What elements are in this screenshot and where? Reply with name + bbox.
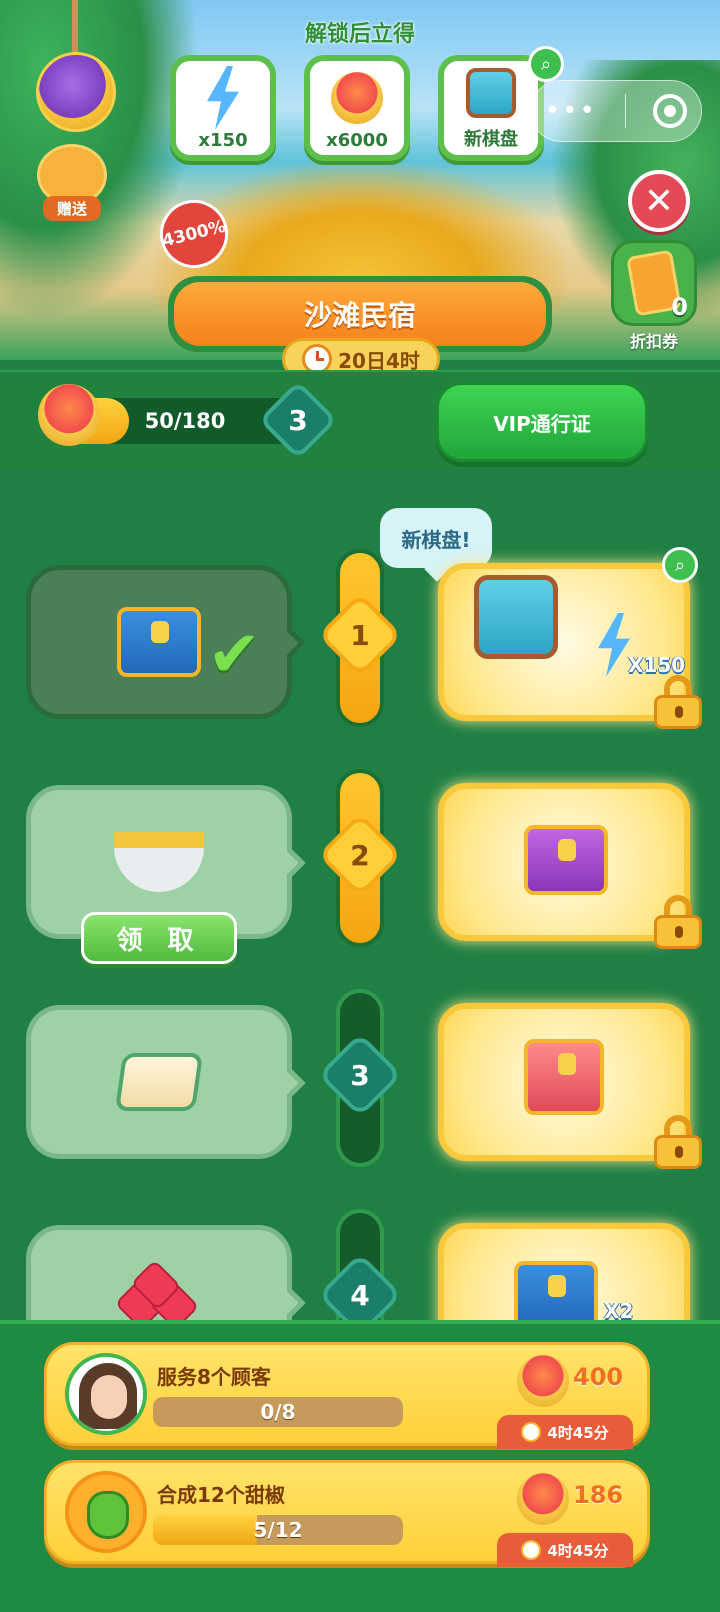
more-options-icon[interactable]: ••• xyxy=(545,96,597,126)
discount-coupon-button[interactable]: 0 折扣券 xyxy=(606,240,702,352)
current-level: 3 xyxy=(288,403,308,437)
new-board-icon xyxy=(474,575,558,659)
task-reward-amount: 400 xyxy=(573,1363,624,1391)
fried-rice-icon xyxy=(114,1053,204,1111)
task-timer-text: 4时45分 xyxy=(547,1423,609,1442)
claimed-check-icon: ✔ xyxy=(207,618,261,692)
progress-row: 50/180 3 VIP通行证 xyxy=(0,370,720,470)
event-title: 沙滩民宿 xyxy=(174,282,546,346)
rope-decoration xyxy=(72,0,78,56)
corn-soup-icon xyxy=(114,832,204,892)
task-timer: 4时45分 xyxy=(497,1415,633,1449)
purple-chest-icon xyxy=(524,825,608,895)
reward-card-new-board[interactable]: 新棋盘 xyxy=(438,55,544,161)
task-progress-bar: 5/12 xyxy=(153,1515,403,1545)
task-timer: 4时45分 xyxy=(497,1533,633,1567)
vip-reward-count: X150 xyxy=(628,653,686,677)
new-board-icon xyxy=(463,65,519,121)
task-reward-amount: 186 xyxy=(573,1481,624,1509)
lock-icon xyxy=(654,1115,702,1169)
zoom-icon[interactable]: ⌕ xyxy=(662,547,698,583)
task-progress-bar: 0/8 xyxy=(153,1397,403,1427)
level-node-number: 3 xyxy=(350,1058,370,1092)
level-node-number: 1 xyxy=(350,618,370,652)
task-panel: 服务8个顾客 0/8 400 4时45分 合成12个甜椒 5/12 186 4时… xyxy=(0,1320,720,1612)
mini-program-capsule: ••• xyxy=(530,80,702,142)
task-timer-text: 4时45分 xyxy=(547,1541,609,1560)
gift-label: 赠送 xyxy=(42,196,101,221)
lock-icon xyxy=(654,675,702,729)
bell-pepper-icon xyxy=(65,1471,147,1553)
vip-reward-card[interactable] xyxy=(438,1003,690,1161)
discount-ticket-icon: 0 xyxy=(611,240,697,326)
level-node-number: 2 xyxy=(350,838,370,872)
lock-icon xyxy=(654,895,702,949)
reward-card-label: 新棋盘 xyxy=(464,129,518,150)
reward-row-3: 3 xyxy=(0,989,720,1205)
vip-reward-card[interactable]: X150 xyxy=(438,563,690,721)
clock-icon xyxy=(521,1540,542,1560)
reward-card-energy[interactable]: x150 xyxy=(170,55,276,161)
avatar xyxy=(65,1353,147,1435)
reward-card-umbrella[interactable]: x6000 xyxy=(304,55,410,161)
claim-button[interactable]: 领 取 xyxy=(81,912,237,964)
task-title: 服务8个顾客 xyxy=(157,1365,271,1389)
free-reward-card[interactable]: 领 取 xyxy=(26,785,306,964)
task-card[interactable]: 服务8个顾客 0/8 400 4时45分 xyxy=(44,1342,650,1449)
beach-umbrella-icon xyxy=(329,70,385,126)
vip-pass-button[interactable]: VIP通行证 xyxy=(436,382,648,462)
gift-button[interactable]: 赠送 xyxy=(30,144,114,226)
free-reward-card[interactable] xyxy=(26,1005,306,1159)
hanging-chest-icon[interactable] xyxy=(36,52,116,132)
reward-card-label: x150 xyxy=(198,130,248,151)
capsule-divider xyxy=(624,94,626,128)
task-progress-text: 5/12 xyxy=(253,1518,303,1542)
reward-card-label: x6000 xyxy=(326,130,388,151)
clock-icon xyxy=(521,1422,542,1442)
task-title: 合成12个甜椒 xyxy=(157,1483,285,1507)
level-node-number: 4 xyxy=(350,1278,370,1312)
task-progress-text: 0/8 xyxy=(260,1400,296,1424)
task-card[interactable]: 合成12个甜椒 5/12 186 4时45分 xyxy=(44,1460,650,1567)
close-miniprogram-icon[interactable] xyxy=(653,94,688,128)
free-reward-card[interactable]: ✔ xyxy=(26,565,306,719)
beach-umbrella-icon xyxy=(38,384,100,446)
vip-reward-card[interactable] xyxy=(438,783,690,941)
beach-umbrella-icon xyxy=(517,1355,569,1407)
discount-label: 折扣券 xyxy=(629,332,678,351)
event-header: 解锁后立得 赠送 x150 x6000 新棋盘 ⌕ ••• ✕ 4300% 0 xyxy=(0,0,720,360)
reward-row-1: ✔ 1 X150 ⌕ xyxy=(0,547,720,765)
close-button[interactable]: ✕ xyxy=(628,170,690,232)
treasure-chest-icon xyxy=(117,607,201,677)
unlock-rewards-title: 解锁后立得 xyxy=(304,22,415,47)
zoom-icon[interactable]: ⌕ xyxy=(528,46,564,82)
new-board-speech-bubble: 新棋盘! xyxy=(380,508,492,568)
pink-chest-icon xyxy=(524,1039,604,1115)
discount-count: 0 xyxy=(671,293,688,321)
energy-bolt-icon xyxy=(195,66,251,130)
beach-umbrella-icon xyxy=(517,1473,569,1525)
reward-row-2: 领 取 2 xyxy=(0,769,720,985)
